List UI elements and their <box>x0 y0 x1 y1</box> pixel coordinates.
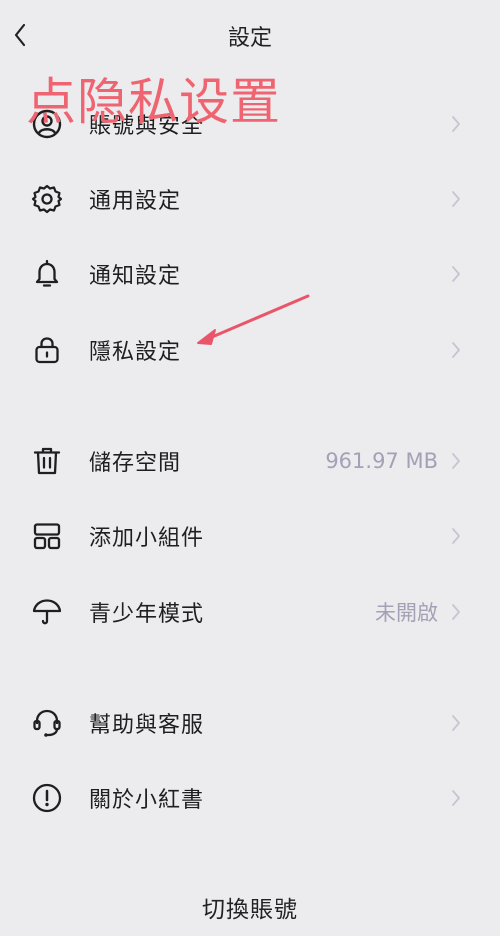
settings-item-label: 關於小紅書 <box>89 788 205 813</box>
chevron-right-icon <box>450 189 462 209</box>
chevron-right-icon <box>450 713 462 733</box>
settings-item-label: 儲存空間 <box>89 451 182 476</box>
headset-icon <box>30 706 64 740</box>
settings-item-label: 添加小組件 <box>89 526 205 551</box>
chevron-right-icon <box>450 451 462 471</box>
settings-item-label: 青少年模式 <box>89 602 205 627</box>
page-title: 設定 <box>227 26 272 51</box>
youth-mode-status: 未開啟 <box>375 601 438 625</box>
trash-icon <box>30 444 64 478</box>
chevron-right-icon <box>450 340 462 360</box>
chevron-right-icon <box>450 526 462 546</box>
settings-item-storage[interactable]: 儲存空間 961.97 MB <box>0 433 500 489</box>
settings-item-label: 通知設定 <box>89 264 182 289</box>
settings-item-about[interactable]: 關於小紅書 <box>0 770 500 826</box>
settings-item-youth-mode[interactable]: 青少年模式 未開啟 <box>0 584 500 640</box>
chevron-right-icon <box>450 264 462 284</box>
storage-size-value: 961.97 MB <box>325 449 438 473</box>
info-exclamation-icon <box>30 781 64 815</box>
annotation-label: 点隐私设置 <box>26 73 281 131</box>
settings-item-widgets[interactable]: 添加小組件 <box>0 508 500 564</box>
settings-item-general[interactable]: 通用設定 <box>0 171 500 227</box>
settings-page: 設定 賬號與安全 点隐私设置 通用設定 通知設定 隱私設定 儲存空間 961.9… <box>0 0 500 936</box>
chevron-right-icon <box>450 602 462 622</box>
settings-item-label: 通用設定 <box>89 189 182 214</box>
lock-icon <box>30 333 64 367</box>
chevron-right-icon <box>450 788 462 808</box>
chevron-right-icon <box>450 114 462 134</box>
settings-item-label: 幫助與客服 <box>89 713 205 738</box>
settings-item-privacy[interactable]: 隱私設定 <box>0 322 500 378</box>
gear-icon <box>30 182 64 216</box>
switch-account-button[interactable]: 切換賬號 <box>0 890 500 924</box>
settings-item-help[interactable]: 幫助與客服 <box>0 695 500 751</box>
umbrella-icon <box>30 595 64 629</box>
widget-grid-icon <box>30 519 64 553</box>
header: 設定 <box>0 0 500 70</box>
settings-item-notifications[interactable]: 通知設定 <box>0 246 500 302</box>
settings-item-label: 隱私設定 <box>89 340 182 365</box>
bell-icon <box>30 257 64 291</box>
